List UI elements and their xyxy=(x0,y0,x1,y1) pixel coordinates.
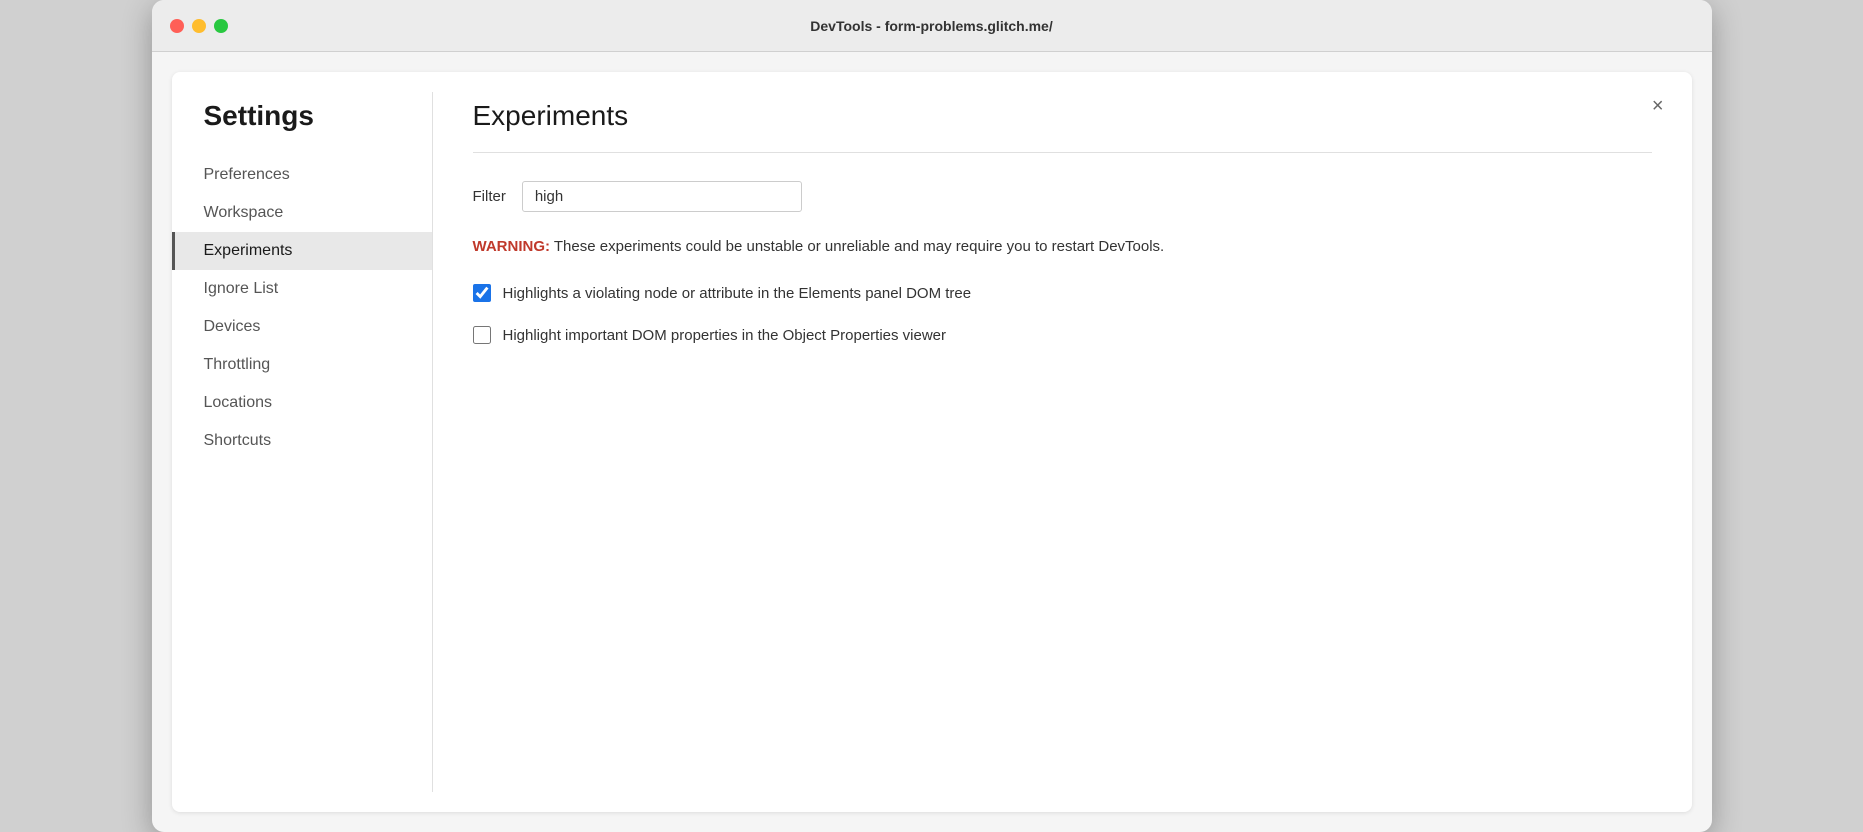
filter-label: Filter xyxy=(473,188,506,205)
maximize-traffic-light[interactable] xyxy=(214,19,228,33)
sidebar-item-devices[interactable]: Devices xyxy=(172,308,432,346)
page-title: Experiments xyxy=(473,100,1652,132)
warning-text: WARNING: These experiments could be unst… xyxy=(473,236,1652,259)
main-content: × Experiments Filter WARNING: These expe… xyxy=(433,72,1692,812)
close-button[interactable]: × xyxy=(1648,92,1668,120)
sidebar-item-ignore-list[interactable]: Ignore List xyxy=(172,270,432,308)
sidebar-item-throttling[interactable]: Throttling xyxy=(172,346,432,384)
checkbox-label-2[interactable]: Highlight important DOM properties in th… xyxy=(503,325,947,348)
checkbox-item-2: Highlight important DOM properties in th… xyxy=(473,325,1652,348)
filter-row: Filter xyxy=(473,181,1652,212)
checkbox-item-1: Highlights a violating node or attribute… xyxy=(473,283,1652,306)
sidebar: Settings Preferences Workspace Experimen… xyxy=(172,72,432,812)
checkbox-dom-properties[interactable] xyxy=(473,326,491,344)
filter-input[interactable] xyxy=(522,181,802,212)
warning-prefix: WARNING: xyxy=(473,238,551,255)
minimize-traffic-light[interactable] xyxy=(192,19,206,33)
title-separator xyxy=(473,152,1652,153)
sidebar-item-workspace[interactable]: Workspace xyxy=(172,194,432,232)
sidebar-item-preferences[interactable]: Preferences xyxy=(172,156,432,194)
warning-message: These experiments could be unstable or u… xyxy=(550,238,1164,255)
traffic-lights xyxy=(170,19,228,33)
content-area: Settings Preferences Workspace Experimen… xyxy=(172,72,1692,812)
devtools-window: DevTools - form-problems.glitch.me/ Sett… xyxy=(152,0,1712,832)
settings-heading: Settings xyxy=(172,100,432,156)
window-title: DevTools - form-problems.glitch.me/ xyxy=(810,18,1052,34)
sidebar-item-experiments[interactable]: Experiments xyxy=(172,232,432,270)
checkbox-violating-node[interactable] xyxy=(473,284,491,302)
sidebar-item-shortcuts[interactable]: Shortcuts xyxy=(172,422,432,460)
title-bar: DevTools - form-problems.glitch.me/ xyxy=(152,0,1712,52)
sidebar-item-locations[interactable]: Locations xyxy=(172,384,432,422)
close-traffic-light[interactable] xyxy=(170,19,184,33)
checkbox-label-1[interactable]: Highlights a violating node or attribute… xyxy=(503,283,972,306)
